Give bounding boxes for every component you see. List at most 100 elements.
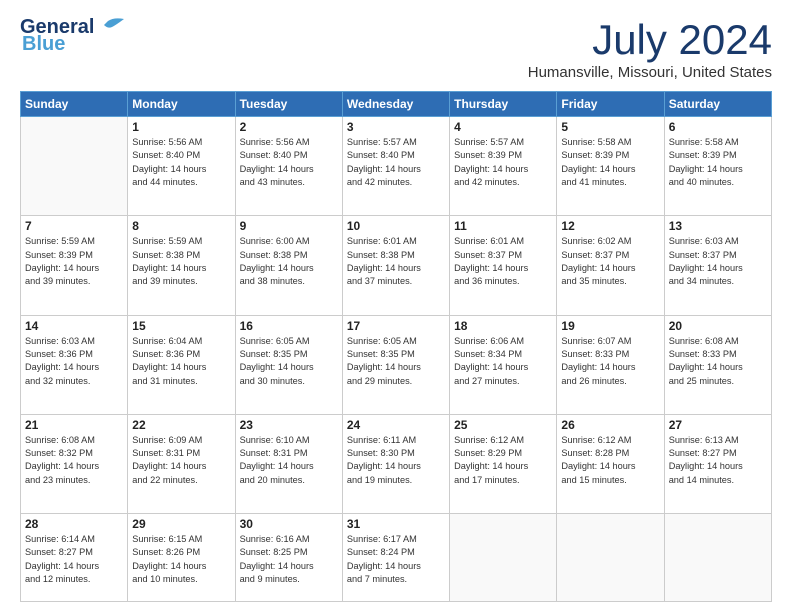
calendar-table: Sunday Monday Tuesday Wednesday Thursday… (20, 91, 772, 602)
day-number: 24 (347, 418, 445, 432)
day-info: Sunrise: 5:59 AMSunset: 8:39 PMDaylight:… (25, 235, 123, 288)
day-info: Sunrise: 6:15 AMSunset: 8:26 PMDaylight:… (132, 533, 230, 586)
day-number: 28 (25, 517, 123, 531)
day-info: Sunrise: 6:03 AMSunset: 8:36 PMDaylight:… (25, 335, 123, 388)
day-number: 20 (669, 319, 767, 333)
day-info: Sunrise: 6:04 AMSunset: 8:36 PMDaylight:… (132, 335, 230, 388)
header-monday: Monday (128, 92, 235, 117)
day-number: 25 (454, 418, 552, 432)
header: General Blue July 2024 Humansville, Miss… (20, 16, 772, 81)
day-info: Sunrise: 6:00 AMSunset: 8:38 PMDaylight:… (240, 235, 338, 288)
day-number: 29 (132, 517, 230, 531)
day-info: Sunrise: 6:11 AMSunset: 8:30 PMDaylight:… (347, 434, 445, 487)
day-info: Sunrise: 5:56 AMSunset: 8:40 PMDaylight:… (132, 136, 230, 189)
day-info: Sunrise: 5:56 AMSunset: 8:40 PMDaylight:… (240, 136, 338, 189)
table-row: 29 Sunrise: 6:15 AMSunset: 8:26 PMDayligh… (128, 514, 235, 602)
day-number: 14 (25, 319, 123, 333)
day-number: 21 (25, 418, 123, 432)
table-row: 16 Sunrise: 6:05 AMSunset: 8:35 PMDayligh… (235, 315, 342, 414)
day-info: Sunrise: 6:05 AMSunset: 8:35 PMDaylight:… (240, 335, 338, 388)
calendar-week-row: 21 Sunrise: 6:08 AMSunset: 8:32 PMDayligh… (21, 414, 772, 513)
table-row: 6 Sunrise: 5:58 AMSunset: 8:39 PMDaylight… (664, 117, 771, 216)
day-number: 23 (240, 418, 338, 432)
day-info: Sunrise: 6:16 AMSunset: 8:25 PMDaylight:… (240, 533, 338, 586)
day-info: Sunrise: 5:58 AMSunset: 8:39 PMDaylight:… (561, 136, 659, 189)
day-info: Sunrise: 6:08 AMSunset: 8:33 PMDaylight:… (669, 335, 767, 388)
table-row: 7Sunrise: 5:59 AMSunset: 8:39 PMDaylight… (21, 216, 128, 315)
day-info: Sunrise: 6:02 AMSunset: 8:37 PMDaylight:… (561, 235, 659, 288)
day-info: Sunrise: 6:10 AMSunset: 8:31 PMDaylight:… (240, 434, 338, 487)
calendar-week-row: 14 Sunrise: 6:03 AMSunset: 8:36 PMDayligh… (21, 315, 772, 414)
logo-bird-icon (94, 17, 126, 39)
day-info: Sunrise: 6:08 AMSunset: 8:32 PMDaylight:… (25, 434, 123, 487)
day-number: 17 (347, 319, 445, 333)
day-number: 2 (240, 120, 338, 134)
title-section: July 2024 Humansville, Missouri, United … (528, 16, 772, 81)
day-info: Sunrise: 6:07 AMSunset: 8:33 PMDaylight:… (561, 335, 659, 388)
day-info: Sunrise: 6:06 AMSunset: 8:34 PMDaylight:… (454, 335, 552, 388)
day-number: 5 (561, 120, 659, 134)
day-info: Sunrise: 6:12 AMSunset: 8:29 PMDaylight:… (454, 434, 552, 487)
table-row: 25 Sunrise: 6:12 AMSunset: 8:29 PMDayligh… (450, 414, 557, 513)
day-info: Sunrise: 6:09 AMSunset: 8:31 PMDaylight:… (132, 434, 230, 487)
day-info: Sunrise: 6:12 AMSunset: 8:28 PMDaylight:… (561, 434, 659, 487)
table-row: 17Sunrise: 6:05 AMSunset: 8:35 PMDayligh… (342, 315, 449, 414)
day-number: 16 (240, 319, 338, 333)
table-row: 22 Sunrise: 6:09 AMSunset: 8:31 PMDayligh… (128, 414, 235, 513)
day-info: Sunrise: 6:17 AMSunset: 8:24 PMDaylight:… (347, 533, 445, 586)
day-number: 15 (132, 319, 230, 333)
month-title: July 2024 (528, 16, 772, 64)
table-row: 27Sunrise: 6:13 AMSunset: 8:27 PMDayligh… (664, 414, 771, 513)
table-row: 20 Sunrise: 6:08 AMSunset: 8:33 PMDayligh… (664, 315, 771, 414)
day-number: 9 (240, 219, 338, 233)
day-number: 1 (132, 120, 230, 134)
calendar-week-row: 1 Sunrise: 5:56 AMSunset: 8:40 PMDaylight… (21, 117, 772, 216)
table-row: 2 Sunrise: 5:56 AMSunset: 8:40 PMDaylight… (235, 117, 342, 216)
table-row: 23 Sunrise: 6:10 AMSunset: 8:31 PMDayligh… (235, 414, 342, 513)
day-info: Sunrise: 5:57 AMSunset: 8:39 PMDaylight:… (454, 136, 552, 189)
day-number: 4 (454, 120, 552, 134)
page: General Blue July 2024 Humansville, Miss… (0, 0, 792, 612)
day-number: 6 (669, 120, 767, 134)
logo-blue: Blue (22, 33, 65, 56)
table-row: 1 Sunrise: 5:56 AMSunset: 8:40 PMDaylight… (128, 117, 235, 216)
table-row: 10 Sunrise: 6:01 AMSunset: 8:38 PMDayligh… (342, 216, 449, 315)
table-row: 11Sunrise: 6:01 AMSunset: 8:37 PMDayligh… (450, 216, 557, 315)
day-number: 11 (454, 219, 552, 233)
day-number: 18 (454, 319, 552, 333)
table-row: 19Sunrise: 6:07 AMSunset: 8:33 PMDayligh… (557, 315, 664, 414)
calendar-week-row: 7Sunrise: 5:59 AMSunset: 8:39 PMDaylight… (21, 216, 772, 315)
table-row: 30 Sunrise: 6:16 AMSunset: 8:25 PMDayligh… (235, 514, 342, 602)
logo: General Blue (20, 16, 126, 56)
table-row: 24 Sunrise: 6:11 AMSunset: 8:30 PMDayligh… (342, 414, 449, 513)
day-number: 10 (347, 219, 445, 233)
table-row: 28Sunrise: 6:14 AMSunset: 8:27 PMDayligh… (21, 514, 128, 602)
day-number: 27 (669, 418, 767, 432)
header-sunday: Sunday (21, 92, 128, 117)
table-row: 13Sunrise: 6:03 AMSunset: 8:37 PMDayligh… (664, 216, 771, 315)
header-friday: Friday (557, 92, 664, 117)
table-row: 18 Sunrise: 6:06 AMSunset: 8:34 PMDayligh… (450, 315, 557, 414)
day-number: 31 (347, 517, 445, 531)
header-tuesday: Tuesday (235, 92, 342, 117)
day-info: Sunrise: 5:58 AMSunset: 8:39 PMDaylight:… (669, 136, 767, 189)
table-row: 15 Sunrise: 6:04 AMSunset: 8:36 PMDayligh… (128, 315, 235, 414)
header-saturday: Saturday (664, 92, 771, 117)
day-info: Sunrise: 5:59 AMSunset: 8:38 PMDaylight:… (132, 235, 230, 288)
table-row: 8Sunrise: 5:59 AMSunset: 8:38 PMDaylight… (128, 216, 235, 315)
table-row: 31 Sunrise: 6:17 AMSunset: 8:24 PMDayligh… (342, 514, 449, 602)
day-info: Sunrise: 5:57 AMSunset: 8:40 PMDaylight:… (347, 136, 445, 189)
day-number: 13 (669, 219, 767, 233)
day-number: 3 (347, 120, 445, 134)
table-row: 26 Sunrise: 6:12 AMSunset: 8:28 PMDayligh… (557, 414, 664, 513)
table-row (664, 514, 771, 602)
day-number: 22 (132, 418, 230, 432)
day-info: Sunrise: 6:01 AMSunset: 8:38 PMDaylight:… (347, 235, 445, 288)
table-row: 3 Sunrise: 5:57 AMSunset: 8:40 PMDaylight… (342, 117, 449, 216)
header-wednesday: Wednesday (342, 92, 449, 117)
calendar-header-row: Sunday Monday Tuesday Wednesday Thursday… (21, 92, 772, 117)
calendar-week-row: 28Sunrise: 6:14 AMSunset: 8:27 PMDayligh… (21, 514, 772, 602)
day-number: 26 (561, 418, 659, 432)
table-row: 12Sunrise: 6:02 AMSunset: 8:37 PMDayligh… (557, 216, 664, 315)
day-number: 30 (240, 517, 338, 531)
